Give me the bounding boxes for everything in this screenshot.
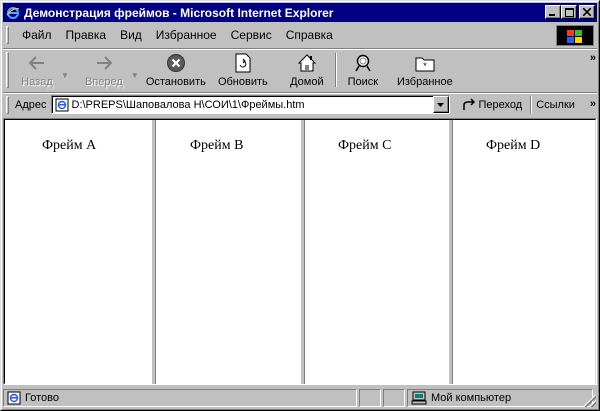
stop-button[interactable]: Остановить (143, 49, 209, 89)
home-icon (295, 53, 319, 73)
menu-tools[interactable]: Сервис (224, 26, 279, 44)
frame-b[interactable]: Фрейм B (156, 120, 300, 384)
content-area: Фрейм A Фрейм B Фрейм C Фрейм D (3, 118, 597, 385)
status-zone-text: Мой компьютер (431, 392, 512, 404)
menu-bar-grip[interactable] (6, 26, 9, 44)
address-input[interactable]: D:\PREPS\Шаповалова Н\СОИ\1\Фреймы.htm (50, 95, 450, 114)
address-dropdown-button[interactable] (432, 96, 449, 113)
links-chevron-icon[interactable]: » (590, 98, 596, 110)
menu-tools-label: Сервис (230, 28, 272, 42)
forward-label: Вперед (85, 76, 123, 88)
back-button[interactable]: Назад (15, 49, 59, 89)
go-button[interactable]: Переход (458, 95, 527, 115)
close-button[interactable] (579, 5, 595, 19)
address-bar-grip[interactable] (6, 95, 9, 114)
address-bar: Адрес D:\PREPS\Шаповалова Н\СОИ\1\Фреймы… (3, 92, 597, 116)
title-bar[interactable]: Демонстрация фреймов - Microsoft Interne… (3, 3, 597, 22)
refresh-icon (231, 53, 255, 73)
status-security-pane (383, 389, 405, 407)
window-title: Демонстрация фреймов - Microsoft Interne… (24, 5, 334, 20)
menu-edit[interactable]: Правка (59, 26, 114, 44)
home-button[interactable]: Домой (285, 49, 329, 89)
favorites-label: Избранное (396, 76, 453, 88)
status-zone-pane: Мой компьютер (407, 389, 593, 407)
links-toolbar[interactable]: Ссылки (536, 99, 575, 111)
arrow-left-icon (25, 53, 49, 73)
my-computer-icon (411, 391, 427, 405)
status-bar: Готово Мой компьютер (3, 388, 597, 408)
home-label: Домой (290, 76, 324, 88)
page-done-icon (7, 391, 21, 405)
status-text: Готово (25, 392, 59, 404)
standard-toolbar: Назад ▼ Вперед ▼ Остановить Обновить Дом… (3, 48, 597, 90)
html-page-icon (54, 97, 70, 113)
frame-b-label: Фрейм B (190, 138, 244, 153)
close-icon (583, 8, 591, 16)
stop-icon (164, 53, 188, 73)
toolbar-chevron-icon[interactable]: » (590, 52, 596, 64)
back-label: Назад (21, 76, 53, 88)
forward-dropdown-icon[interactable]: ▼ (131, 71, 139, 80)
menu-view[interactable]: Вид (113, 26, 149, 44)
minimize-button[interactable] (545, 5, 561, 19)
frame-a[interactable]: Фрейм A (5, 120, 151, 384)
menu-help[interactable]: Справка (279, 26, 340, 44)
search-icon (351, 53, 375, 73)
menu-view-label: Вид (120, 28, 142, 42)
address-label: Адрес (15, 98, 47, 111)
frame-c-label: Фрейм C (338, 138, 392, 153)
svg-text:*: * (423, 61, 427, 71)
menu-favorites[interactable]: Избранное (149, 26, 224, 44)
go-label: Переход (478, 98, 523, 111)
frame-d[interactable]: Фрейм D (453, 120, 595, 384)
menu-help-label: Справка (285, 28, 333, 42)
back-dropdown-icon[interactable]: ▼ (61, 71, 69, 80)
maximize-button[interactable] (561, 5, 577, 19)
refresh-button[interactable]: Обновить (215, 49, 271, 89)
favorites-icon: * (413, 53, 437, 73)
arrow-right-icon (92, 53, 116, 73)
toolbar-separator (334, 53, 337, 87)
menu-file[interactable]: Файл (15, 26, 59, 44)
toolbar-grip[interactable] (6, 52, 9, 88)
search-label: Поиск (347, 76, 379, 88)
menu-bar: Файл Правка Вид Избранное Сервис Справка (3, 24, 597, 46)
search-button[interactable]: Поиск (343, 49, 383, 89)
address-value: D:\PREPS\Шаповалова Н\СОИ\1\Фреймы.htm (71, 98, 305, 111)
windows-logo-icon (556, 25, 594, 46)
menu-favorites-label: Избранное (155, 28, 217, 42)
stop-label: Остановить (145, 76, 206, 88)
minimize-icon (549, 14, 555, 16)
frame-c[interactable]: Фрейм C (305, 120, 448, 384)
menu-edit-label: Правка (65, 28, 107, 42)
frame-d-label: Фрейм D (486, 138, 541, 153)
refresh-label: Обновить (217, 76, 268, 88)
favorites-button[interactable]: * Избранное (393, 49, 457, 89)
menu-file-label: Файл (22, 28, 52, 42)
maximize-icon (564, 7, 574, 17)
forward-button[interactable]: Вперед (79, 49, 129, 89)
status-text-pane: Готово (3, 389, 357, 407)
links-separator (530, 95, 533, 114)
resize-grip-icon[interactable] (584, 395, 596, 407)
chevron-down-icon (437, 102, 444, 107)
go-arrow-icon (462, 97, 475, 110)
window-controls (545, 5, 595, 19)
status-progress-pane (359, 389, 381, 407)
browser-window: Демонстрация фреймов - Microsoft Interne… (0, 0, 600, 411)
frame-a-label: Фрейм A (42, 138, 97, 153)
ie-logo-icon (5, 5, 21, 21)
